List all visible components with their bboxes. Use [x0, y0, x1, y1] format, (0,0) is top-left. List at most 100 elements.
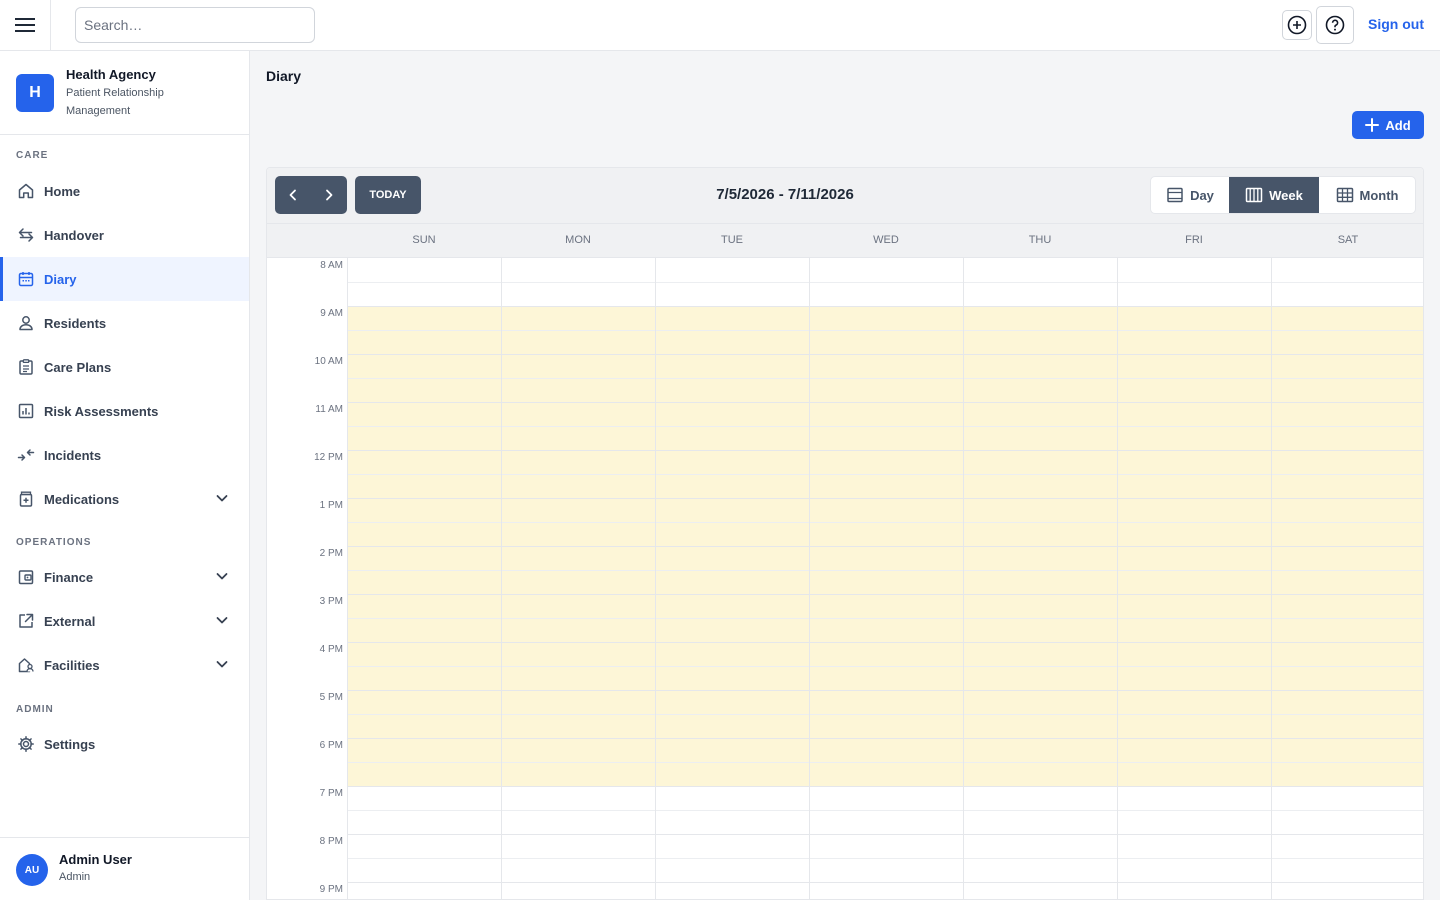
- chevron-down-icon[interactable]: [215, 569, 229, 586]
- external-link-icon: [16, 611, 36, 631]
- grid-column-line: [1271, 258, 1272, 899]
- grid-row-line: [347, 714, 1423, 715]
- chevron-down-icon[interactable]: [215, 657, 229, 674]
- sidebar-item-label: Home: [44, 183, 81, 199]
- time-label: 8 PM: [319, 836, 343, 847]
- time-label: 4 PM: [319, 644, 343, 655]
- sidebar-item-incidents[interactable]: Incidents: [0, 433, 249, 477]
- grid-row-line: [347, 378, 1423, 379]
- arrows-exchange-icon: [16, 225, 36, 245]
- grid-row-line: [347, 498, 1423, 499]
- grid-row-line: [347, 474, 1423, 475]
- plus-icon: [1365, 118, 1380, 132]
- time-label: 9 AM: [320, 308, 343, 319]
- sidebar-item-handover[interactable]: Handover: [0, 213, 249, 257]
- sidebar-item-label: Medications: [44, 491, 120, 507]
- search-input[interactable]: [75, 7, 315, 43]
- grid-row-line: [347, 570, 1423, 571]
- sidebar-item-residents[interactable]: Residents: [0, 301, 249, 345]
- add-button[interactable]: Add: [1352, 111, 1424, 139]
- sign-out-link[interactable]: Sign out: [1368, 16, 1424, 32]
- grid-row-line: [347, 522, 1423, 523]
- time-label: 1 PM: [319, 500, 343, 511]
- grid-row-line: [347, 810, 1423, 811]
- sidebar-item-medications[interactable]: Medications: [0, 477, 249, 521]
- time-label: 8 AM: [320, 260, 343, 271]
- grid-row-line: [347, 306, 1423, 307]
- view-month-button[interactable]: Month: [1319, 177, 1415, 213]
- time-grid[interactable]: 8 AM 9 AM 10 AM 11 AM 12 PM 1 PM 2 PM 3 …: [267, 258, 1423, 899]
- grid-row-line: [347, 882, 1423, 883]
- add-circle-button[interactable]: [1282, 10, 1312, 40]
- sidebar-item-home[interactable]: Home: [0, 169, 249, 213]
- month-view-icon: [1336, 187, 1353, 203]
- chevron-down-icon[interactable]: [215, 491, 229, 508]
- help-button[interactable]: [1316, 6, 1354, 44]
- section-title-admin: ADMIN: [16, 704, 54, 715]
- chevron-down-icon[interactable]: [215, 613, 229, 630]
- wallet-icon: [16, 567, 36, 587]
- page-title: Diary: [266, 68, 302, 84]
- grid-column-line: [1117, 258, 1118, 899]
- day-header-sun: SUN: [412, 234, 436, 246]
- calendar: TODAY 7/5/2026 - 7/11/2026 Day Week Mont…: [266, 167, 1424, 900]
- view-day-label: Day: [1190, 187, 1214, 203]
- grid-row-line: [347, 354, 1423, 355]
- sidebar-item-label: Diary: [44, 271, 77, 287]
- sidebar-item-diary[interactable]: Diary: [0, 257, 249, 301]
- view-day-button[interactable]: Day: [1151, 177, 1229, 213]
- grid-row-line: [347, 546, 1423, 547]
- top-bar: Sign out: [0, 0, 1440, 51]
- arrows-in-icon: [16, 445, 36, 465]
- day-header-tue: TUE: [721, 234, 743, 246]
- building-icon: [16, 655, 36, 675]
- view-week-button[interactable]: Week: [1229, 177, 1319, 213]
- sidebar-item-external[interactable]: External: [0, 599, 249, 643]
- sidebar: H Health Agency Patient Relationship Man…: [0, 51, 250, 900]
- sidebar-item-finance[interactable]: Finance: [0, 555, 249, 599]
- calendar-icon: [16, 269, 36, 289]
- gear-icon: [16, 734, 36, 754]
- clipboard-icon: [16, 357, 36, 377]
- grid-row-line: [347, 402, 1423, 403]
- grid-row-line: [347, 330, 1423, 331]
- grid-row-line: [347, 618, 1423, 619]
- help-circle-icon: [1325, 15, 1345, 35]
- sidebar-item-label: External: [44, 613, 96, 629]
- sidebar-item-risk-assessments[interactable]: Risk Assessments: [0, 389, 249, 433]
- time-label: 5 PM: [319, 692, 343, 703]
- day-headers: SUN MON TUE WED THU FRI SAT: [267, 224, 1423, 258]
- grid-column-line: [501, 258, 502, 899]
- sidebar-item-facilities[interactable]: Facilities: [0, 643, 249, 687]
- avatar: AU: [16, 854, 48, 886]
- hamburger-icon: [15, 18, 35, 32]
- day-view-icon: [1167, 187, 1183, 203]
- section-title-care: CARE: [16, 150, 49, 161]
- user-profile[interactable]: AU Admin User Admin: [0, 837, 249, 900]
- time-label: 6 PM: [319, 740, 343, 751]
- view-week-label: Week: [1269, 187, 1303, 203]
- sidebar-item-label: Residents: [44, 315, 107, 331]
- grid-row-line: [347, 834, 1423, 835]
- sidebar-item-label: Risk Assessments: [44, 403, 159, 419]
- sidebar-item-settings[interactable]: Settings: [0, 722, 249, 766]
- add-button-label: Add: [1385, 117, 1411, 133]
- user-role: Admin: [59, 871, 91, 883]
- plus-circle-icon: [1287, 15, 1307, 35]
- grid-row-line: [347, 594, 1423, 595]
- grid-column-line: [809, 258, 810, 899]
- view-switcher: Day Week Month: [1150, 176, 1416, 214]
- section-title-operations: OPERATIONS: [16, 537, 92, 548]
- sidebar-item-label: Handover: [44, 227, 104, 243]
- chart-icon: [16, 401, 36, 421]
- grid-column-line: [963, 258, 964, 899]
- grid-row-line: [347, 738, 1423, 739]
- sidebar-item-label: Finance: [44, 569, 94, 585]
- home-icon: [16, 181, 36, 201]
- day-header-fri: FRI: [1185, 234, 1203, 246]
- time-label: 11 AM: [315, 404, 343, 415]
- day-header-wed: WED: [873, 234, 899, 246]
- grid-row-line: [347, 426, 1423, 427]
- menu-toggle-button[interactable]: [0, 0, 51, 50]
- sidebar-item-care-plans[interactable]: Care Plans: [0, 345, 249, 389]
